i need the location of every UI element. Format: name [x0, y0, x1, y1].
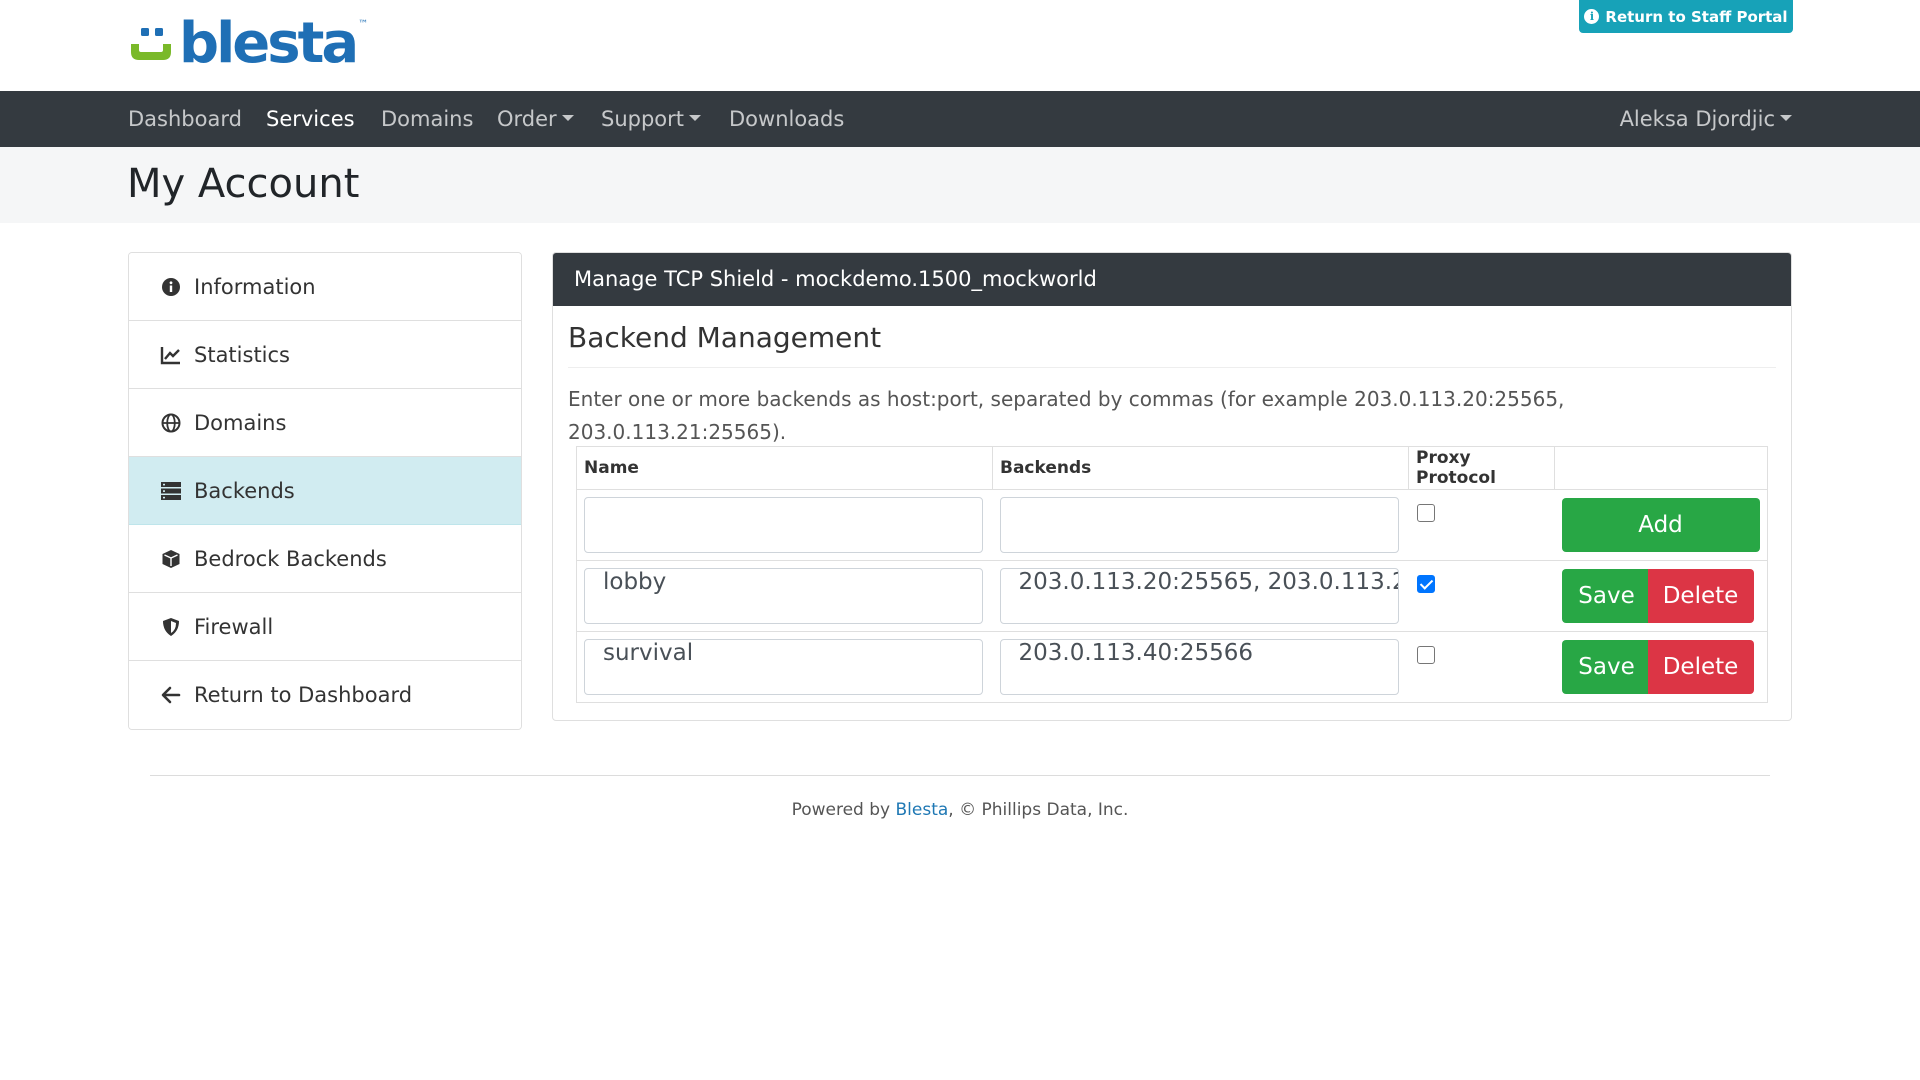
caret-down-icon: [689, 115, 702, 121]
new-proxy-protocol-checkbox[interactable]: [1416, 504, 1435, 522]
sidebar-item-label: Information: [194, 274, 316, 299]
nav-support-dropdown[interactable]: Support: [601, 91, 702, 147]
nav-dashboard[interactable]: Dashboard: [128, 91, 242, 147]
smile-logo-icon: [127, 22, 175, 66]
column-header-actions: [1554, 446, 1768, 490]
sidebar-item-label: Domains: [194, 410, 287, 435]
caret-down-icon: [1780, 115, 1792, 121]
manage-panel: Manage TCP Shield - mockdemo.1500_mockwo…: [552, 252, 1792, 721]
blesta-link[interactable]: Blesta: [896, 800, 949, 820]
new-name-input[interactable]: [584, 497, 983, 553]
new-backends-input[interactable]: [999, 497, 1399, 553]
nav-support-label: Support: [601, 107, 685, 131]
column-header-name: Name: [576, 446, 993, 490]
column-header-backends: Backends: [992, 446, 1409, 490]
backends-input[interactable]: 203.0.113.20:25565, 203.0.113.21:: [999, 568, 1399, 624]
footer-suffix: , © Phillips Data, Inc.: [948, 800, 1129, 820]
nav-order-label: Order: [497, 107, 557, 131]
site-footer: Powered by Blesta, © Phillips Data, Inc.: [0, 800, 1920, 820]
delete-button[interactable]: Delete: [1647, 569, 1754, 623]
sidebar-item-label: Firewall: [194, 614, 274, 639]
save-button[interactable]: Save: [1561, 640, 1652, 694]
page-title-band: My Account: [0, 147, 1920, 223]
sidebar-item-label: Backends: [194, 478, 295, 503]
blesta-logo[interactable]: blesta ™: [127, 16, 368, 72]
name-input[interactable]: lobby: [584, 568, 983, 624]
sidebar-item-information[interactable]: Information: [129, 253, 521, 321]
backends-input[interactable]: 203.0.113.40:25566: [999, 639, 1399, 695]
sidebar-item-domains[interactable]: Domains: [129, 389, 521, 457]
panel-heading: Manage TCP Shield - mockdemo.1500_mockwo…: [553, 253, 1791, 306]
shield-icon: [160, 616, 182, 638]
cube-icon: [160, 548, 182, 570]
add-button[interactable]: Add: [1561, 498, 1760, 552]
sidebar-item-label: Return to Dashboard: [194, 683, 413, 707]
logo-trademark: ™: [358, 18, 369, 30]
nav-domains[interactable]: Domains: [381, 91, 473, 147]
delete-button[interactable]: Delete: [1647, 640, 1754, 694]
table-header-row: Name Backends Proxy Protocol: [576, 446, 1768, 490]
save-button[interactable]: Save: [1561, 569, 1652, 623]
info-circle-icon: i: [1584, 9, 1600, 24]
sidebar-item-statistics[interactable]: Statistics: [129, 321, 521, 389]
site-header: blesta ™ i Return to Staff Portal: [0, 0, 1920, 91]
chart-line-icon: [160, 344, 182, 366]
section-title: Backend Management: [568, 321, 882, 354]
help-text: Enter one or more backends as host:port,…: [568, 387, 1565, 444]
column-header-proxy-protocol: Proxy Protocol: [1408, 446, 1555, 490]
info-circle-icon: [160, 276, 182, 298]
footer-prefix: Powered by: [791, 800, 896, 820]
backends-table: Name Backends Proxy Protocol Add lobby 2…: [576, 446, 1768, 703]
caret-down-icon: [561, 115, 574, 121]
nav-services[interactable]: Services: [266, 91, 355, 147]
staff-button-label: Return to Staff Portal: [1605, 7, 1788, 26]
sidebar-item-return-to-dashboard[interactable]: Return to Dashboard: [129, 661, 521, 729]
main-navbar: Dashboard Services Domains Order Support…: [0, 91, 1920, 147]
new-backend-row: Add: [576, 489, 1768, 561]
sidebar-item-bedrock-backends[interactable]: Bedrock Backends: [129, 525, 521, 593]
account-sidebar: Information Statistics Domains Backends …: [128, 252, 522, 730]
server-icon: [160, 480, 182, 502]
sidebar-item-firewall[interactable]: Firewall: [129, 593, 521, 661]
nav-downloads[interactable]: Downloads: [729, 91, 844, 147]
nav-order-dropdown[interactable]: Order: [497, 91, 574, 147]
globe-icon: [160, 412, 182, 434]
sidebar-item-backends[interactable]: Backends: [129, 457, 521, 525]
user-menu-dropdown[interactable]: Aleksa Djordjic: [1620, 91, 1792, 147]
name-input[interactable]: survival: [584, 639, 983, 695]
logo-wordmark: blesta: [179, 11, 359, 76]
return-to-staff-portal-button[interactable]: i Return to Staff Portal: [1579, 0, 1793, 33]
sidebar-item-label: Bedrock Backends: [194, 546, 387, 571]
proxy-protocol-checkbox[interactable]: [1416, 575, 1435, 593]
sidebar-item-label: Statistics: [194, 342, 290, 367]
proxy-protocol-checkbox[interactable]: [1416, 646, 1435, 664]
user-name-label: Aleksa Djordjic: [1619, 107, 1775, 131]
page-title: My Account: [127, 161, 360, 207]
section-divider: [568, 367, 1776, 368]
arrow-left-icon: [160, 684, 182, 706]
footer-divider: [150, 775, 1770, 776]
table-row: survival 203.0.113.40:25566 Save Delete: [576, 631, 1768, 703]
table-row: lobby 203.0.113.20:25565, 203.0.113.21: …: [576, 560, 1768, 632]
